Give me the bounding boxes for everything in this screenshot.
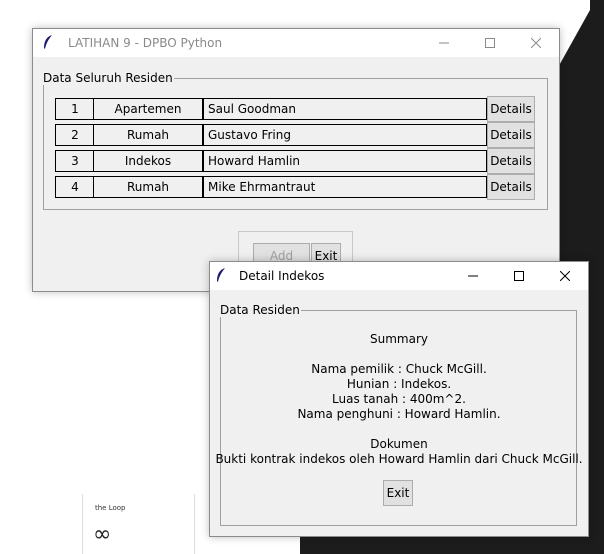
detail-window: Detail Indekos Data Residen Summary Nama… [209,261,589,537]
resident-detail-group-label: Data Residen [220,303,300,317]
feather-icon [215,267,233,286]
detail-titlebar: Detail Indekos [210,262,588,290]
area-text: Luas tanah : 400m^2. [332,392,466,406]
row-name-field[interactable]: Howard Hamlin [203,150,487,172]
details-button[interactable]: Details [487,148,535,174]
minimize-icon[interactable] [450,262,496,290]
document-text: Bukti kontrak indekos oleh Howard Hamlin… [215,452,583,466]
close-icon[interactable] [513,29,559,57]
resident-row-3: 3 Indekos Howard Hamlin Details [55,148,536,174]
owner-text: Nama pemilik : Chuck McGill. [311,362,487,376]
details-button[interactable]: Details [487,122,535,148]
close-icon[interactable] [542,262,588,290]
row-number: 1 [55,98,95,120]
dwelling-text: Hunian : Indekos. [346,377,452,391]
maximize-icon[interactable] [467,29,513,57]
details-button[interactable]: Details [487,174,535,200]
maximize-icon[interactable] [496,262,542,290]
document-heading: Dokumen [370,437,428,451]
summary-heading: Summary [370,332,428,346]
feather-icon [42,34,62,53]
background-card-loop: the Loop ∞ [82,494,195,554]
resident-row-2: 2 Rumah Gustavo Fring Details [55,122,536,148]
minimize-icon[interactable] [421,29,467,57]
detail-window-title: Detail Indekos [239,269,325,283]
background-card-title: the Loop [95,504,126,512]
row-type: Indekos [93,150,203,172]
row-type: Apartemen [93,98,203,120]
row-number: 4 [55,176,95,198]
residents-group-label: Data Seluruh Residen [43,71,173,85]
main-titlebar: LATIHAN 9 - DPBO Python [33,29,559,57]
detail-exit-button[interactable]: Exit [383,480,413,506]
infinity-icon: ∞ [93,522,112,547]
resident-text: Nama penghuni : Howard Hamlin. [297,407,501,421]
main-window-title: LATIHAN 9 - DPBO Python [68,36,223,50]
resident-row-1: 1 Apartemen Saul Goodman Details [55,96,536,122]
row-type: Rumah [93,176,203,198]
row-name-field[interactable]: Mike Ehrmantraut [203,176,487,198]
main-window: LATIHAN 9 - DPBO Python Data Seluruh Res… [32,28,560,292]
row-name-field[interactable]: Gustavo Fring [203,124,487,146]
row-number: 2 [55,124,95,146]
row-number: 3 [55,150,95,172]
details-button[interactable]: Details [487,96,535,122]
row-name-field[interactable]: Saul Goodman [203,98,487,120]
row-type: Rumah [93,124,203,146]
resident-row-4: 4 Rumah Mike Ehrmantraut Details [55,174,536,200]
